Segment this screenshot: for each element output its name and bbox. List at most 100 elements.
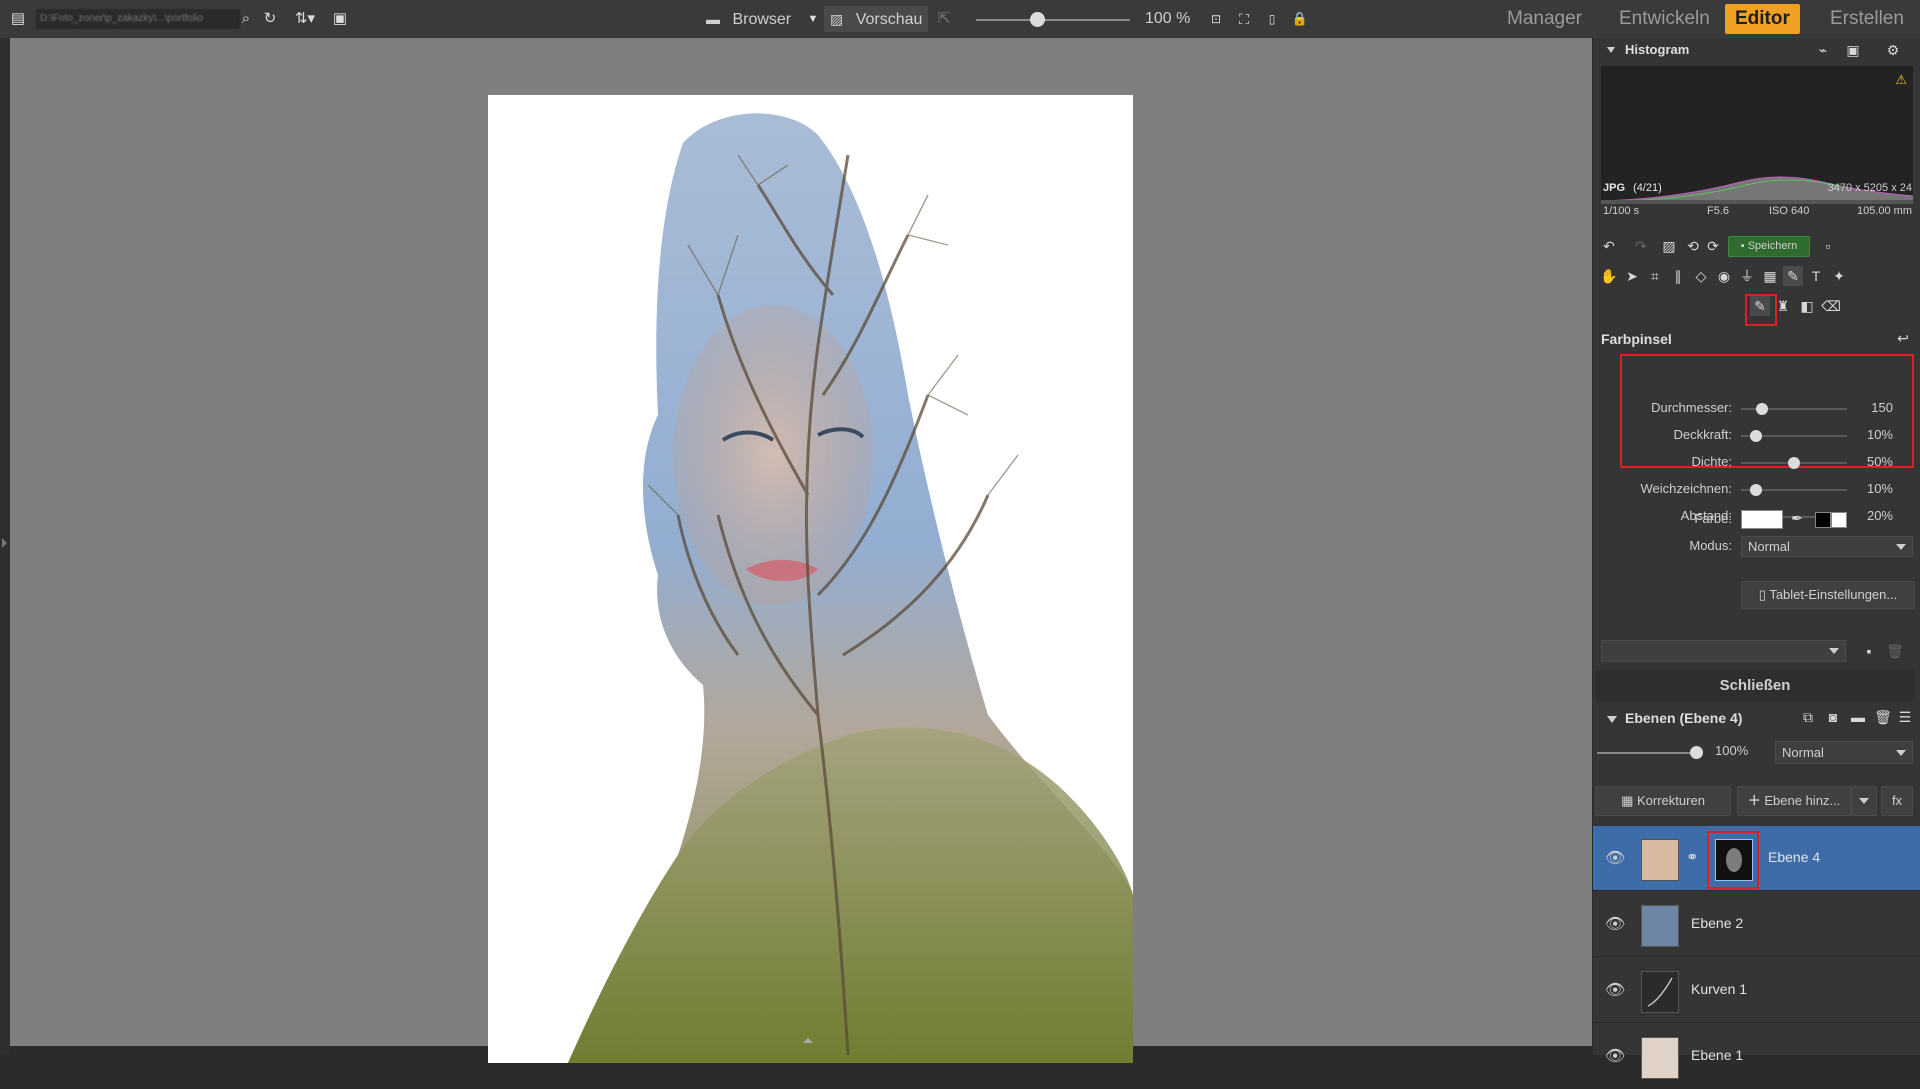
add-layer-button[interactable]: ＋ Ebene hinz... <box>1737 786 1851 816</box>
crop-tool-icon[interactable]: ⌗ <box>1645 266 1665 286</box>
zoom-slider-knob[interactable] <box>1030 12 1045 27</box>
collapse-layers-icon[interactable] <box>1607 716 1617 723</box>
mask-icon[interactable]: ◙ <box>1823 707 1843 727</box>
histogram-mode-icon[interactable]: ⌁ <box>1813 40 1833 60</box>
tablet-settings-button[interactable]: ▯ Tablet-Einstellungen... <box>1741 581 1915 609</box>
zoom-slider-track[interactable] <box>976 19 1130 21</box>
layer-row[interactable]: 👁 ⚭ Ebene 4 <box>1593 826 1920 891</box>
mode-label: Modus: <box>1689 538 1732 553</box>
chevron-down-icon[interactable]: ▼ <box>803 9 823 29</box>
slider-knob[interactable] <box>1788 457 1800 469</box>
reset-icon[interactable]: ↩ <box>1893 328 1913 348</box>
layer-name: Kurven 1 <box>1691 981 1748 997</box>
chevron-down-icon <box>1896 543 1906 550</box>
expand-arrow-icon[interactable] <box>2 538 7 548</box>
rotate-left-icon[interactable]: ⟲ <box>1683 236 1703 256</box>
exif-iso: ISO 640 <box>1769 205 1810 217</box>
horizon-tool-icon[interactable]: ⏚ <box>1737 266 1757 286</box>
lock-icon[interactable]: 🔒 <box>1290 9 1310 29</box>
white-swatch[interactable] <box>1831 512 1847 528</box>
select-tool-icon[interactable]: ➤ <box>1622 266 1642 286</box>
brush-group-icon[interactable]: ✎ <box>1783 266 1803 286</box>
save-as-icon[interactable]: ▫ <box>1818 236 1838 256</box>
fit-screen-icon[interactable]: ⛶ <box>1234 9 1254 29</box>
effects-tool-icon[interactable]: ✦ <box>1829 266 1849 286</box>
layer-blend-select[interactable]: Normal <box>1775 741 1913 764</box>
eyedropper-icon[interactable]: ✒ <box>1787 508 1807 528</box>
slider-value: 50% <box>1866 454 1893 469</box>
path-field[interactable]: D:\Foto_zoner\p_zakazky\...\portfolio <box>36 9 240 29</box>
visibility-eye-icon[interactable]: 👁 <box>1605 980 1625 1000</box>
tab-manager[interactable]: Manager <box>1497 4 1592 34</box>
layer-thumbnail <box>1641 905 1679 947</box>
folder-up-icon[interactable]: ▤ <box>8 9 28 29</box>
layer-opacity-track[interactable] <box>1597 752 1697 754</box>
chevron-down-icon <box>1829 648 1839 654</box>
layer-opacity-value: 100% <box>1715 743 1749 758</box>
preset-select[interactable] <box>1601 640 1846 662</box>
duplicate-layer-icon[interactable]: ⧉ <box>1798 707 1818 727</box>
hand-tool-icon[interactable]: ✋ <box>1599 266 1619 286</box>
photo-canvas[interactable] <box>488 95 1133 1063</box>
fx-button[interactable]: fx <box>1881 786 1913 816</box>
tablet-icon: ▯ <box>1758 587 1766 602</box>
text-tool-icon[interactable]: T <box>1806 266 1826 286</box>
corrections-button[interactable]: ▦ Korrekturen <box>1595 786 1731 816</box>
file-info-row: JPG (4/21) <box>1603 182 1662 194</box>
new-folder-icon[interactable]: ▣ <box>330 9 350 29</box>
tab-entwickeln[interactable]: Entwickeln <box>1609 4 1720 34</box>
layer-row[interactable]: 👁 Ebene 2 <box>1593 892 1920 957</box>
external-window-icon[interactable]: ⇱ <box>934 9 954 29</box>
sort-icon[interactable]: ⇅▾ <box>290 9 320 29</box>
mode-select[interactable]: Normal <box>1741 536 1913 557</box>
redo-icon[interactable]: ↷ <box>1631 236 1651 256</box>
red-eye-tool-icon[interactable]: ◉ <box>1714 266 1734 286</box>
eraser-icon[interactable]: ⌫ <box>1821 296 1841 316</box>
image-dimensions: 3470 x 5205 x 24 <box>1827 182 1912 194</box>
delete-layer-icon[interactable]: 🗑 <box>1873 707 1893 727</box>
delete-preset-icon[interactable]: 🗑 <box>1885 641 1905 661</box>
selection-tool-icon[interactable]: ▦ <box>1760 266 1780 286</box>
black-swatch[interactable] <box>1815 512 1831 528</box>
save-preset-icon[interactable]: ▪ <box>1859 641 1879 661</box>
tab-erstellen[interactable]: Erstellen <box>1820 4 1914 34</box>
layer-opacity-knob[interactable] <box>1690 746 1703 759</box>
left-collapse-strip[interactable] <box>0 38 10 1055</box>
perspective-tool-icon[interactable]: ∥ <box>1668 266 1688 286</box>
settings-icon[interactable]: ⚙ <box>1883 40 1903 60</box>
menu-icon[interactable]: ☰ <box>1895 707 1915 727</box>
collapse-histogram-icon[interactable] <box>1607 47 1615 53</box>
preview-mode-button[interactable]: ▨ Vorschau <box>824 6 929 32</box>
tab-editor[interactable]: Editor <box>1725 4 1800 34</box>
layer-row[interactable]: 👁 Kurven 1 <box>1593 958 1920 1023</box>
histogram-view-icon[interactable]: ▣ <box>1843 40 1863 60</box>
add-layer-dropdown[interactable] <box>1851 786 1877 816</box>
transform-tool-icon[interactable]: ◇ <box>1691 266 1711 286</box>
warning-icon[interactable]: ⚠ <box>1895 72 1907 88</box>
gradient-icon[interactable]: ◧ <box>1797 296 1817 316</box>
link-icon[interactable]: ⚭ <box>1686 848 1699 866</box>
actual-size-icon[interactable]: ⊡ <box>1206 9 1226 29</box>
folder-icon[interactable]: ▬ <box>1848 707 1868 727</box>
visibility-eye-icon[interactable]: 👁 <box>1605 1046 1625 1066</box>
undo-icon[interactable]: ↶ <box>1599 236 1619 256</box>
color-label: Farbe: <box>1694 511 1732 526</box>
rotate-right-icon[interactable]: ⟳ <box>1703 236 1723 256</box>
slider-knob[interactable] <box>1749 430 1762 442</box>
image-viewer[interactable] <box>10 38 1592 1063</box>
save-button[interactable]: ▪ Speichern <box>1728 236 1810 257</box>
visibility-eye-icon[interactable]: 👁 <box>1605 848 1625 868</box>
slider-knob[interactable] <box>1749 484 1762 496</box>
visibility-eye-icon[interactable]: 👁 <box>1605 914 1625 934</box>
browser-mode-button[interactable]: ▬ Browser <box>700 6 797 32</box>
refresh-icon[interactable]: ↻ <box>260 9 280 29</box>
color-swatch[interactable] <box>1741 510 1783 529</box>
layer-row[interactable]: 👁 Ebene 1 <box>1593 1024 1920 1089</box>
double-exposure-photo <box>568 113 1133 1063</box>
fill-bucket-icon[interactable]: ♜ <box>1773 296 1793 316</box>
close-button[interactable]: Schließen <box>1595 670 1915 702</box>
compare-icon[interactable]: ▯ <box>1262 9 1282 29</box>
search-icon[interactable]: ⌕ <box>236 9 256 29</box>
image-icon[interactable]: ▨ <box>1659 236 1679 256</box>
filmstrip-toggle-icon[interactable] <box>803 1038 813 1043</box>
